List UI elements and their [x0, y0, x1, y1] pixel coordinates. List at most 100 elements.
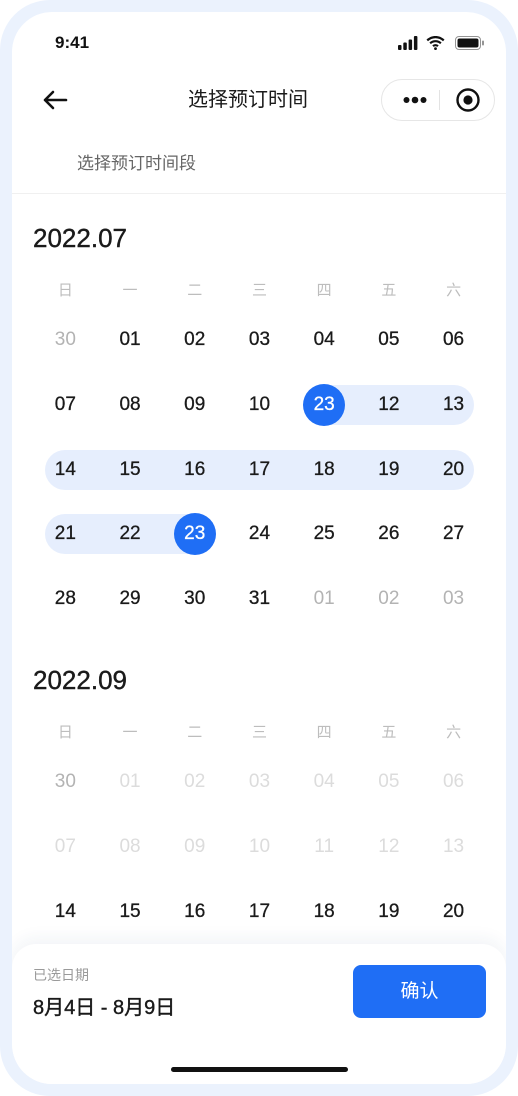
- day-number: 05: [378, 771, 400, 793]
- day-cell[interactable]: 20: [421, 879, 486, 944]
- day-number: 02: [184, 771, 206, 793]
- divider: [12, 193, 506, 194]
- day-cell[interactable]: 15: [98, 879, 163, 944]
- day-cell[interactable]: 02: [357, 567, 422, 632]
- day-number: 30: [54, 329, 76, 351]
- day-cell[interactable]: 27: [421, 502, 486, 567]
- day-number: 01: [313, 588, 335, 610]
- day-cell[interactable]: 17: [227, 879, 292, 944]
- day-cell[interactable]: 09: [162, 373, 227, 438]
- confirm-button[interactable]: 确认: [353, 965, 486, 1018]
- day-cell[interactable]: 06: [421, 308, 486, 373]
- day-cell[interactable]: 02: [162, 308, 227, 373]
- weekday-label: 四: [316, 724, 332, 742]
- weekday-label: 四: [316, 282, 332, 299]
- day-cell[interactable]: 18: [292, 437, 357, 502]
- day-number: 02: [184, 329, 206, 351]
- day-cell[interactable]: 14: [33, 879, 98, 944]
- calendar: 2022.07 日一二三四五六 30 01 02 03 04 05 06 07 08 09 10 23 12…: [33, 208, 486, 963]
- week-row: 14 15 16 17 18 19 20: [33, 879, 486, 944]
- day-cell[interactable]: 16: [162, 437, 227, 502]
- bottom-bar: 已选日期 8月4日 - 8月9日 确认: [12, 944, 506, 1084]
- phone-screen: 9:41 选择预订时间 选择预订时间段 2022.07 日 一 二 三 四 五 …: [12, 12, 506, 1084]
- day-cell[interactable]: 15: [98, 437, 163, 502]
- day-number: 09: [184, 836, 206, 858]
- day-cell[interactable]: 01: [292, 567, 357, 632]
- day-number: 21: [54, 523, 76, 545]
- day-number: 31: [248, 588, 271, 610]
- weekday-label: 三: [251, 282, 267, 299]
- day-number: 06: [442, 329, 465, 351]
- day-cell[interactable]: 24: [227, 502, 292, 567]
- section-subtitle: 选择预订时间段: [77, 154, 196, 173]
- weekday-label: 一: [122, 282, 138, 299]
- day-number: 15: [119, 900, 141, 922]
- more-button[interactable]: [396, 80, 434, 120]
- day-cell[interactable]: 28: [33, 567, 98, 632]
- day-cell[interactable]: 13: [421, 373, 486, 438]
- target-icon: [456, 88, 480, 112]
- day-number: 11: [314, 836, 335, 858]
- day-cell[interactable]: 05: [357, 308, 422, 373]
- day-cell[interactable]: 31: [227, 567, 292, 632]
- day-number: 23: [303, 384, 346, 427]
- day-cell[interactable]: 03: [421, 567, 486, 632]
- day-cell: 06: [421, 750, 486, 815]
- day-number: 17: [248, 900, 271, 922]
- day-number: 18: [313, 458, 335, 480]
- day-cell[interactable]: 07: [33, 373, 98, 438]
- weekday-label: 一: [122, 724, 138, 742]
- day-cell[interactable]: 12: [357, 373, 422, 438]
- day-number: 03: [248, 329, 271, 351]
- close-button[interactable]: [448, 80, 488, 120]
- day-cell[interactable]: 03: [227, 308, 292, 373]
- day-cell: 05: [357, 750, 422, 815]
- day-number: 04: [313, 329, 335, 351]
- week-row: 30 01 02 03 04 05 06: [33, 750, 486, 815]
- day-cell[interactable]: 19: [357, 879, 422, 944]
- month-title: 2022.07: [33, 223, 127, 253]
- day-cell: 11: [292, 815, 357, 880]
- day-cell[interactable]: 30: [162, 567, 227, 632]
- day-number: 06: [442, 771, 465, 793]
- day-number: 14: [54, 458, 76, 480]
- week-row: 14 15 16 17 18 19 20: [33, 437, 486, 502]
- day-number: 13: [442, 836, 465, 858]
- day-cell[interactable]: 14: [33, 437, 98, 502]
- day-number: 03: [442, 588, 465, 610]
- day-cell[interactable]: 25: [292, 502, 357, 567]
- day-cell[interactable]: 20: [421, 437, 486, 502]
- day-number: 26: [378, 523, 400, 545]
- selected-day-cell[interactable]: 23: [162, 502, 227, 567]
- day-cell[interactable]: 29: [98, 567, 163, 632]
- weekday-label: 五: [381, 282, 397, 299]
- day-cell[interactable]: 18: [292, 879, 357, 944]
- selected-day-cell[interactable]: 23: [292, 373, 357, 438]
- day-cell[interactable]: 16: [162, 879, 227, 944]
- day-cell[interactable]: 08: [98, 373, 163, 438]
- day-number: 07: [54, 394, 76, 416]
- day-cell[interactable]: 30: [33, 750, 98, 815]
- day-cell[interactable]: 10: [227, 373, 292, 438]
- day-cell[interactable]: 21: [33, 502, 98, 567]
- arrow-left-icon: [43, 90, 68, 110]
- day-number: 16: [184, 900, 206, 922]
- day-number: 29: [119, 588, 141, 610]
- day-cell[interactable]: 01: [98, 308, 163, 373]
- day-cell[interactable]: 04: [292, 308, 357, 373]
- day-number: 10: [248, 394, 271, 416]
- day-number: 19: [378, 458, 400, 480]
- week-row: 28 29 30 31 01 02 03: [33, 567, 486, 632]
- week-row: 07 08 09 10 23 12 13: [33, 373, 486, 438]
- battery-icon: [455, 36, 484, 50]
- day-cell[interactable]: 19: [357, 437, 422, 502]
- day-cell: 10: [227, 815, 292, 880]
- day-cell[interactable]: 22: [98, 502, 163, 567]
- day-cell[interactable]: 26: [357, 502, 422, 567]
- back-button[interactable]: [38, 84, 72, 116]
- day-cell: 01: [98, 750, 163, 815]
- day-number: 01: [119, 771, 141, 793]
- day-cell[interactable]: 17: [227, 437, 292, 502]
- day-cell[interactable]: 30: [33, 308, 98, 373]
- day-cell: 13: [421, 815, 486, 880]
